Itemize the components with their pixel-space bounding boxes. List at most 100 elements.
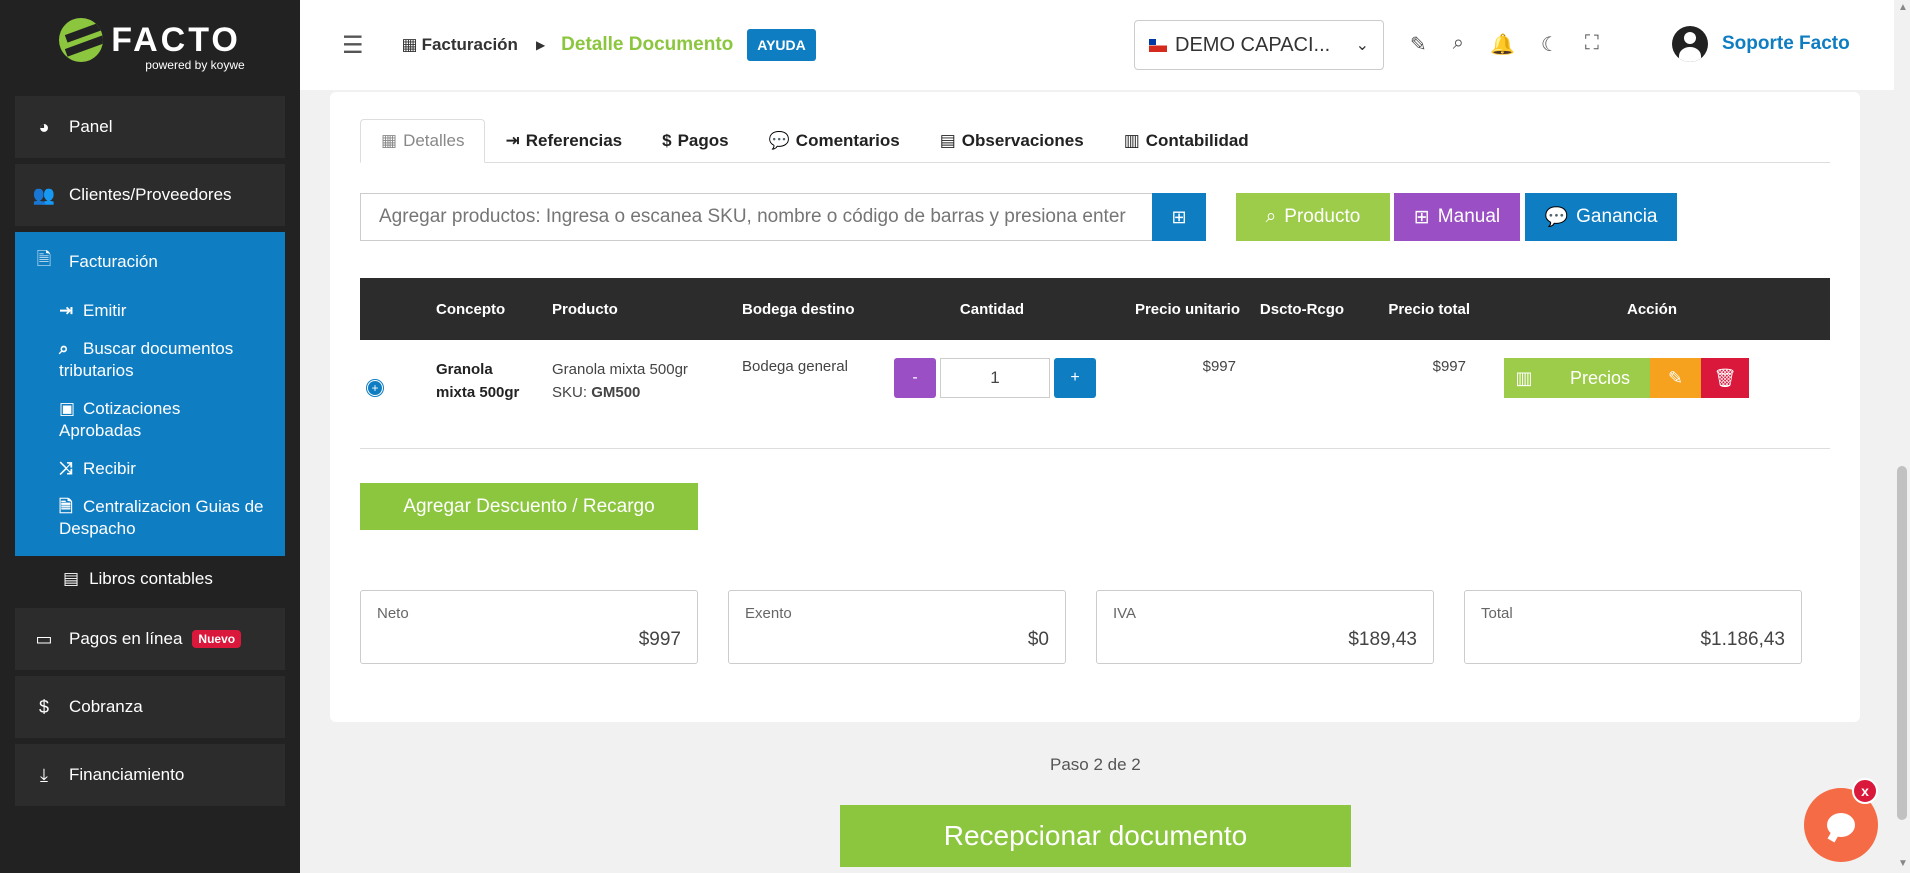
sidebar-item-cobranza[interactable]: $ Cobranza	[15, 676, 285, 738]
table-header: Bodega destino	[726, 278, 886, 340]
sidebar-item-panel[interactable]: ◕ Panel	[15, 96, 285, 158]
user-menu[interactable]: Soporte Facto	[1672, 26, 1850, 62]
new-badge: Nuevo	[192, 630, 242, 648]
button-label: Ganancia	[1576, 206, 1658, 227]
page-title: Detalle Documento	[561, 34, 734, 55]
sidebar-sub-cotizaciones[interactable]: ▣ Cotizaciones Aprobadas	[15, 390, 285, 450]
recepcionar-button[interactable]: Recepcionar documento	[840, 805, 1351, 867]
chevron-down-icon: ⌄	[1355, 37, 1369, 54]
tab-pagos[interactable]: $ Pagos	[642, 119, 749, 163]
breadcrumb-facturacion[interactable]: Facturación	[422, 35, 518, 55]
product-sku: SKU: GM500	[552, 381, 726, 404]
hand-money-icon: ⤓	[40, 764, 48, 785]
barcode-icon: ▥	[1515, 367, 1533, 388]
tab-comentarios[interactable]: 💬 Comentarios	[749, 119, 920, 163]
scrollbar[interactable]: ▲ ▼	[1894, 0, 1910, 873]
moon-icon[interactable]: ☾	[1541, 32, 1559, 57]
company-select[interactable]: DEMO CAPACI... ⌄	[1134, 20, 1384, 70]
precio-unitario-cell: $997	[1098, 340, 1244, 449]
bell-icon[interactable]: 🔔	[1490, 32, 1515, 57]
quantity-input[interactable]: 1	[940, 358, 1050, 398]
edit-document-icon[interactable]: ✎	[1410, 32, 1427, 57]
totals: Neto $997 Exento $0 IVA $189,43 Total $1.186…	[360, 590, 1802, 664]
delete-item-button[interactable]: 🗑	[1701, 358, 1749, 398]
search-icon[interactable]: ⌕	[1453, 32, 1464, 57]
sidebar-item-label: Clientes/Proveedores	[69, 185, 232, 204]
tab-label: Observaciones	[961, 131, 1084, 150]
brand-logo[interactable]: FACTO powered by koywe	[0, 0, 300, 90]
app: FACTO powered by koywe ◕ Panel 👥 Cliente…	[0, 0, 1910, 873]
tab-observaciones[interactable]: ▤ Observaciones	[920, 119, 1104, 163]
total-total: Total $1.186,43	[1464, 590, 1802, 664]
total-label: Total	[1481, 605, 1513, 622]
table-header: Dscto-Rcgo	[1244, 278, 1360, 340]
sidebar-sub-centralizacion[interactable]: 🗎 Centralizacion Guias de Despacho	[15, 488, 285, 548]
increase-quantity-button[interactable]: +	[1054, 358, 1096, 398]
sidebar-sub-libros[interactable]: ▤ Libros contables	[15, 556, 285, 602]
table-header: Cantidad	[886, 278, 1098, 340]
sidebar-item-facturacion[interactable]: 🗎 Facturación ⇥ Emitir ⌕ Buscar documentos…	[15, 232, 285, 556]
expand-row-icon[interactable]: +	[367, 380, 383, 396]
comments-icon: 💬	[768, 131, 790, 150]
product-search-row: ⊞ ⌕ Producto ⊞ Manual 💬 Ganancia	[360, 193, 1677, 241]
edit-item-button[interactable]: ✎	[1650, 358, 1701, 398]
edit-icon: ✎	[1667, 367, 1684, 388]
pie-chart-icon: ◕	[38, 116, 50, 137]
sub-label: Libros contables	[89, 569, 213, 588]
total-exento: Exento $0	[728, 590, 1066, 664]
sidebar-item-label: Panel	[69, 117, 113, 136]
search-icon: ⌕	[59, 339, 69, 358]
sidebar-item-financiamiento[interactable]: ⤓ Financiamiento	[15, 744, 285, 806]
add-product-button[interactable]: ⊞	[1152, 193, 1206, 241]
decrease-quantity-button[interactable]: -	[894, 358, 936, 398]
scroll-down-icon[interactable]: ▼	[1898, 858, 1908, 869]
table-header: Precio unitario	[1098, 278, 1244, 340]
plus-square-icon: ⊞	[1413, 206, 1430, 228]
menu-icon[interactable]: ☰	[342, 31, 364, 60]
sidebar-item-pagos[interactable]: ▭ Pagos en línea Nuevo	[15, 608, 285, 670]
expand-cell: +	[360, 340, 420, 449]
tab-referencias[interactable]: ⇥ Referencias	[485, 119, 642, 163]
product-search-input[interactable]	[360, 193, 1152, 241]
sku-value: GM500	[591, 384, 641, 401]
plus-square-icon: ⊞	[1171, 206, 1187, 227]
chat-close-button[interactable]: x	[1852, 778, 1878, 804]
company-name: DEMO CAPACI...	[1175, 33, 1331, 56]
caret-right-icon: ▶	[535, 38, 546, 52]
concepto-cell: Granola mixta 500gr	[420, 340, 536, 449]
file-icon: 🗎	[36, 249, 52, 269]
fullscreen-icon[interactable]: ⛶	[1585, 32, 1599, 57]
sidebar-sub-recibir[interactable]: ⤨ Recibir	[15, 450, 285, 488]
search-icon: ⌕	[1265, 206, 1277, 227]
producto-button[interactable]: ⌕ Producto	[1236, 193, 1390, 241]
scroll-thumb[interactable]	[1897, 466, 1907, 820]
facto-logo-icon	[59, 18, 104, 62]
add-discount-button[interactable]: Agregar Descuento / Recargo	[360, 483, 698, 530]
sidebar-sub-buscar[interactable]: ⌕ Buscar documentos tributarios	[15, 330, 285, 390]
book-icon: ▤	[939, 131, 956, 150]
sub-label: Recibir	[83, 459, 136, 478]
accion-cell: ▥ Precios ✎ 🗑	[1474, 340, 1830, 449]
button-label: Producto	[1284, 206, 1361, 227]
manual-button[interactable]: ⊞ Manual	[1394, 193, 1520, 241]
table-header: Concepto	[420, 278, 536, 340]
table-header-blank	[360, 278, 420, 340]
sidebar-item-clientes[interactable]: 👥 Clientes/Proveedores	[15, 164, 285, 226]
table-row: + Granola mixta 500gr Granola mixta 500g…	[360, 340, 1830, 449]
sidebar-sub-emitir[interactable]: ⇥ Emitir	[15, 292, 285, 330]
precios-button[interactable]: ▥ Precios	[1504, 358, 1650, 398]
help-button[interactable]: AYUDA	[747, 29, 816, 61]
book-icon: ▤	[63, 569, 80, 588]
table-header: Producto	[536, 278, 726, 340]
tab-detalles[interactable]: ▦ Detalles	[360, 119, 486, 163]
ganancia-button[interactable]: 💬 Ganancia	[1525, 193, 1677, 241]
chile-flag-icon	[1149, 38, 1167, 52]
tab-label: Pagos	[677, 131, 729, 150]
brand-powered: powered by koywe	[145, 58, 245, 72]
sign-out-icon: ⇥	[59, 301, 74, 320]
tab-contabilidad[interactable]: ▥ Contabilidad	[1104, 119, 1269, 163]
bodega-cell: Bodega general	[726, 340, 886, 449]
items-table: Concepto Producto Bodega destino Cantida…	[360, 278, 1830, 449]
total-neto: Neto $997	[360, 590, 698, 664]
scroll-up-icon[interactable]: ▲	[1898, 2, 1908, 13]
